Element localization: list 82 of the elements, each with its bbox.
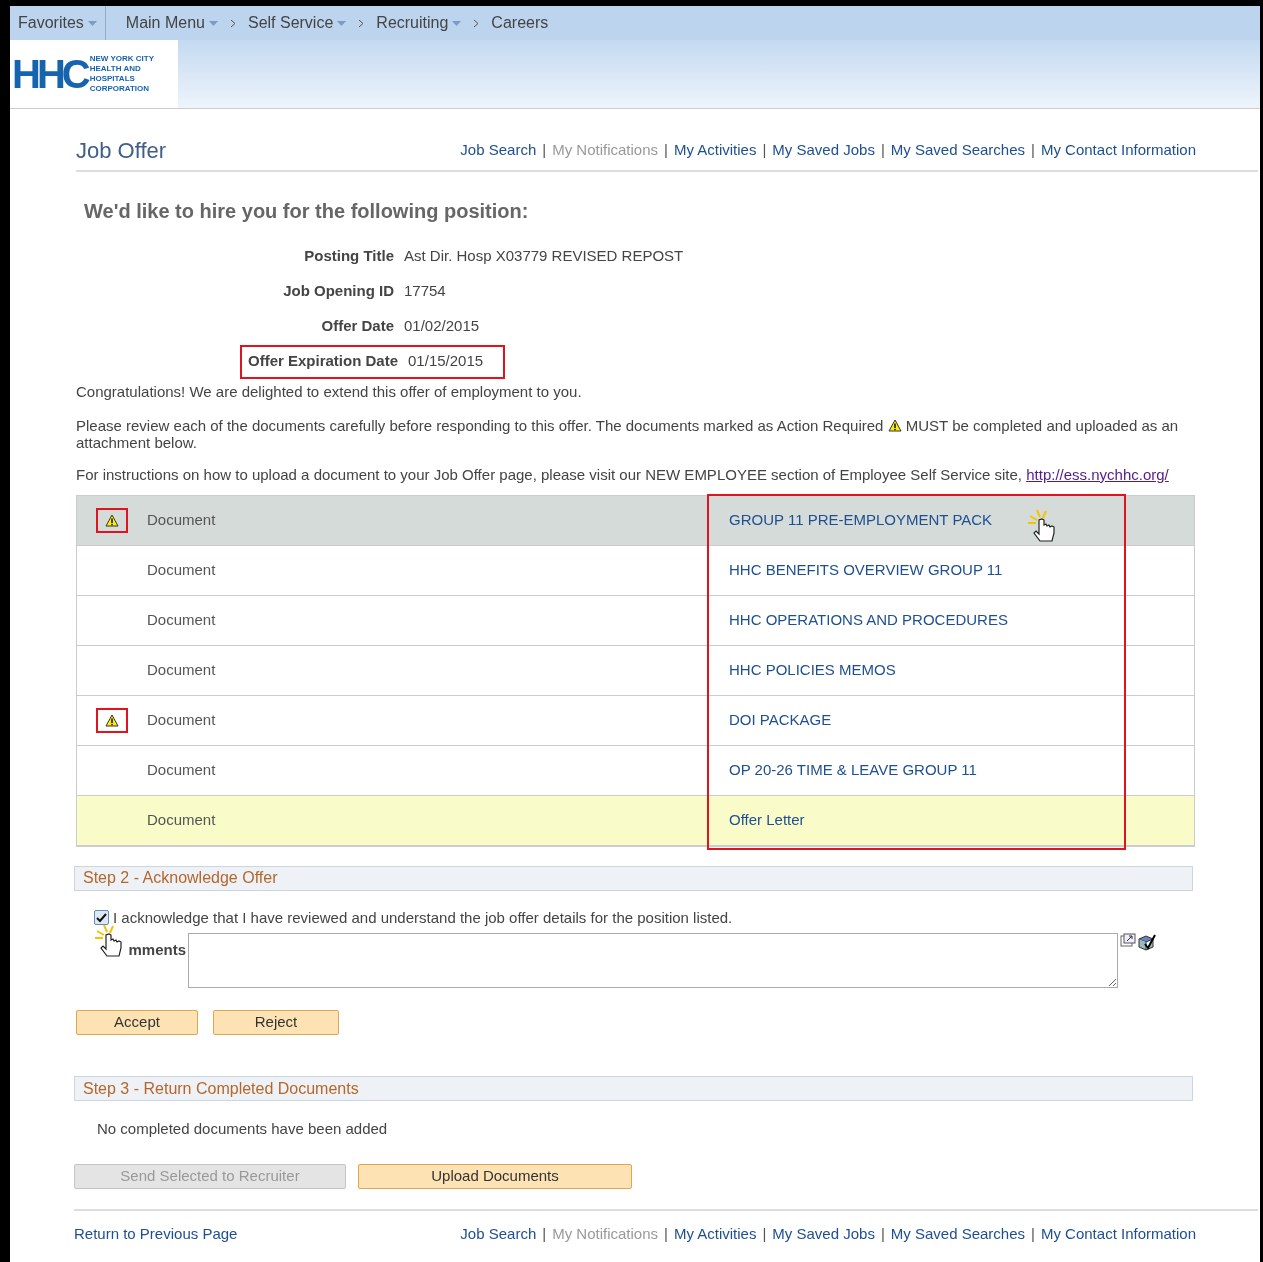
return-link[interactable]: Return to Previous Page — [74, 1222, 238, 1245]
document-type: Document — [147, 759, 217, 780]
link-separator: | — [762, 140, 767, 160]
link-separator: | — [664, 1223, 668, 1244]
document-row[interactable]: Document Offer Letter — [77, 795, 1194, 846]
footer-link[interactable]: Job Search — [460, 1222, 537, 1245]
nav-link[interactable]: My Saved Jobs — [772, 139, 875, 162]
acknowledge-label: I acknowledge that I have reviewed and understand the job offer details for the position listed. — [113, 907, 733, 928]
link-separator: | — [880, 140, 885, 160]
warning-icon — [887, 419, 902, 432]
breadcrumb-item[interactable]: Main Menu — [125, 11, 218, 35]
link-separator: | — [542, 1223, 547, 1244]
link-separator: | — [542, 140, 547, 160]
action-button[interactable]: Reject — [213, 1010, 339, 1035]
chevron-icon — [473, 18, 480, 28]
instructions-text: For instructions on how to upload a document to your Job Offer page, please visit our NEW EMPLOYEE section of Employee Self Service site, http://ess.nychhc.org/ — [76, 465, 1170, 485]
warning-icon — [105, 713, 119, 727]
expand-icon[interactable] — [1120, 933, 1136, 947]
footer-link[interactable]: My Contact Information — [1040, 1222, 1196, 1245]
field-label: Posting Title — [303, 246, 395, 267]
field-value: 01/02/2015 — [404, 316, 481, 337]
document-row[interactable]: Document GROUP 11 PRE-EMPLOYMENT PACK — [77, 495, 1194, 546]
section-header: Step 3 - Return Completed Documents — [74, 1076, 1193, 1101]
link-separator: | — [880, 1223, 885, 1244]
link-separator: | — [762, 1223, 767, 1244]
logo-text: HOSPITALS — [89, 74, 136, 84]
action-button[interactable]: Upload Documents — [358, 1163, 632, 1189]
chevron-icon — [229, 18, 236, 28]
field-value: 01/15/2015 — [408, 351, 485, 372]
caret-icon — [337, 20, 347, 26]
field-label: Offer Date — [320, 316, 395, 337]
document-link[interactable]: Offer Letter — [729, 808, 805, 832]
caret-icon — [87, 20, 97, 26]
nav-link[interactable]: Job Search — [460, 139, 537, 162]
offer-heading: We'd like to hire you for the following position: — [84, 198, 530, 224]
comments-field[interactable] — [188, 933, 1118, 988]
logo-text: NEW YORK CITY — [89, 54, 154, 64]
logo-text: HEALTH AND — [89, 64, 142, 74]
link-separator: | — [1031, 140, 1035, 160]
field-value: Ast Dir. Hosp X03779 REVISED REPOST — [404, 246, 685, 267]
nav-link[interactable]: My Activities — [673, 139, 757, 162]
warning-icon — [105, 513, 119, 527]
logo-text: CORPORATION — [89, 84, 151, 94]
document-type: Document — [147, 609, 217, 630]
ess-link[interactable]: http://ess.nychhc.org/ — [1026, 466, 1169, 483]
breadcrumb-item[interactable]: Self Service — [247, 11, 347, 35]
document-link[interactable]: GROUP 11 PRE-EMPLOYMENT PACK — [729, 508, 993, 532]
link-separator: | — [1031, 1223, 1035, 1244]
document-type: Document — [147, 659, 217, 680]
document-link[interactable]: HHC BENEFITS OVERVIEW GROUP 11 — [729, 558, 1003, 582]
status-message: No completed documents have been added — [97, 1119, 389, 1139]
document-type: Document — [147, 559, 217, 580]
caret-icon — [208, 20, 218, 26]
comments-label: mments — [128, 940, 186, 960]
field-label: Offer Expiration Date — [247, 351, 400, 372]
checkmark-icon — [96, 912, 107, 923]
spellcheck-icon[interactable] — [1136, 933, 1156, 953]
nav-link[interactable]: My Contact Information — [1040, 139, 1196, 162]
document-link[interactable]: OP 20-26 TIME & LEAVE GROUP 11 — [729, 758, 977, 782]
review-text: Please review each of the documents carefully before responding to this offer. The documents marked as Action Required MUST be completed and uploaded as an attachment below. — [76, 417, 1180, 451]
footer-link[interactable]: My Saved Searches — [890, 1222, 1026, 1245]
link-separator: | — [664, 140, 668, 160]
document-link[interactable]: HHC OPERATIONS AND PROCEDURES — [729, 608, 1008, 632]
nav-link[interactable]: My Saved Searches — [890, 139, 1026, 162]
caret-icon — [452, 20, 462, 26]
document-link[interactable]: DOI PACKAGE — [729, 708, 832, 732]
section-header: Step 2 - Acknowledge Offer — [74, 865, 1193, 891]
page-title: Job Offer — [76, 139, 167, 162]
footer-link[interactable]: My Activities — [673, 1222, 757, 1245]
document-link[interactable]: HHC POLICIES MEMOS — [729, 658, 896, 682]
action-button[interactable]: Accept — [76, 1010, 198, 1035]
congratulations-text: Congratulations! We are delighted to extend this offer of employment to you. — [76, 381, 583, 402]
breadcrumb-item[interactable]: Recruiting — [376, 11, 462, 35]
field-label: Job Opening ID — [282, 281, 395, 302]
breadcrumb-item[interactable]: Careers — [491, 11, 549, 35]
acknowledge-checkbox[interactable] — [94, 910, 109, 926]
document-type: Document — [147, 709, 217, 730]
footer-link[interactable]: My Saved Jobs — [772, 1222, 875, 1245]
chevron-icon — [358, 18, 365, 28]
document-type: Document — [147, 809, 217, 830]
field-value: 17754 — [404, 281, 447, 302]
document-type: Document — [147, 509, 217, 530]
